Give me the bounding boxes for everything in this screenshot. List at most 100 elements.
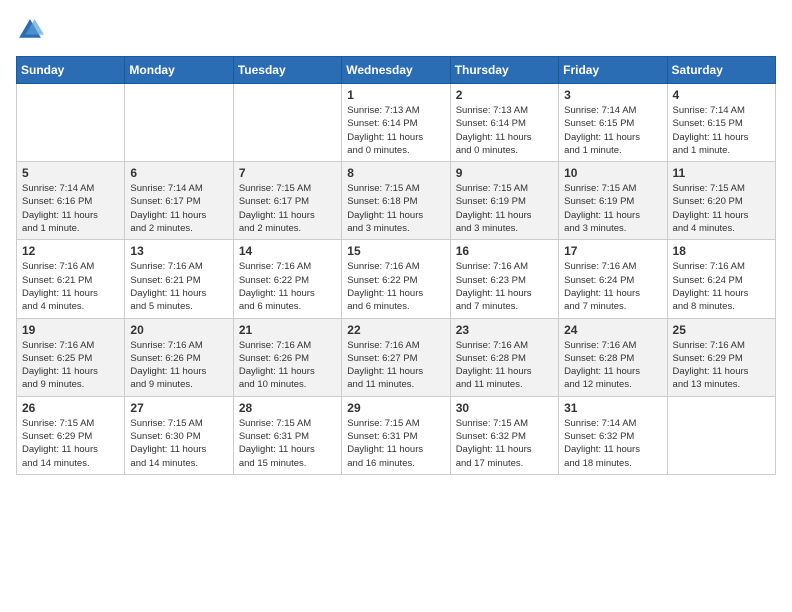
- calendar-day-11: 11 Sunrise: 7:15 AM Sunset: 6:20 PM Dayli…: [667, 162, 775, 240]
- day-number: 1: [347, 88, 444, 102]
- day-number: 2: [456, 88, 553, 102]
- calendar-empty-cell: [125, 84, 233, 162]
- day-number: 25: [673, 323, 770, 337]
- calendar-day-1: 1 Sunrise: 7:13 AM Sunset: 6:14 PM Daylig…: [342, 84, 450, 162]
- calendar-day-22: 22 Sunrise: 7:16 AM Sunset: 6:27 PM Dayli…: [342, 318, 450, 396]
- day-info: Sunrise: 7:14 AM Sunset: 6:15 PM Dayligh…: [564, 104, 661, 157]
- weekday-header-monday: Monday: [125, 57, 233, 84]
- day-number: 30: [456, 401, 553, 415]
- day-info: Sunrise: 7:15 AM Sunset: 6:32 PM Dayligh…: [456, 417, 553, 470]
- day-number: 16: [456, 244, 553, 258]
- calendar-day-5: 5 Sunrise: 7:14 AM Sunset: 6:16 PM Daylig…: [17, 162, 125, 240]
- calendar-day-18: 18Sunrise: 7:16 AM Sunset: 6:24 PM Dayli…: [667, 240, 775, 318]
- calendar-week-row: 26Sunrise: 7:15 AM Sunset: 6:29 PM Dayli…: [17, 396, 776, 474]
- day-info: Sunrise: 7:16 AM Sunset: 6:22 PM Dayligh…: [347, 260, 444, 313]
- day-number: 6: [130, 166, 227, 180]
- day-number: 17: [564, 244, 661, 258]
- day-info: Sunrise: 7:14 AM Sunset: 6:32 PM Dayligh…: [564, 417, 661, 470]
- day-number: 9: [456, 166, 553, 180]
- day-info: Sunrise: 7:15 AM Sunset: 6:20 PM Dayligh…: [673, 182, 770, 235]
- calendar-day-4: 4Sunrise: 7:14 AM Sunset: 6:15 PM Daylig…: [667, 84, 775, 162]
- day-info: Sunrise: 7:15 AM Sunset: 6:30 PM Dayligh…: [130, 417, 227, 470]
- weekday-header-friday: Friday: [559, 57, 667, 84]
- day-number: 10: [564, 166, 661, 180]
- day-info: Sunrise: 7:15 AM Sunset: 6:31 PM Dayligh…: [347, 417, 444, 470]
- calendar-day-7: 7Sunrise: 7:15 AM Sunset: 6:17 PM Daylig…: [233, 162, 341, 240]
- calendar-day-6: 6 Sunrise: 7:14 AM Sunset: 6:17 PM Daylig…: [125, 162, 233, 240]
- day-info: Sunrise: 7:14 AM Sunset: 6:16 PM Dayligh…: [22, 182, 119, 235]
- day-info: Sunrise: 7:15 AM Sunset: 6:18 PM Dayligh…: [347, 182, 444, 235]
- day-number: 28: [239, 401, 336, 415]
- calendar-day-10: 10 Sunrise: 7:15 AM Sunset: 6:19 PM Dayli…: [559, 162, 667, 240]
- calendar-empty-cell: [233, 84, 341, 162]
- calendar-table: SundayMondayTuesdayWednesdayThursdayFrid…: [16, 56, 776, 475]
- day-info: Sunrise: 7:16 AM Sunset: 6:27 PM Dayligh…: [347, 339, 444, 392]
- day-info: Sunrise: 7:16 AM Sunset: 6:26 PM Dayligh…: [130, 339, 227, 392]
- day-info: Sunrise: 7:13 AM Sunset: 6:14 PM Dayligh…: [456, 104, 553, 157]
- calendar-day-23: 23 Sunrise: 7:16 AM Sunset: 6:28 PM Dayli…: [450, 318, 558, 396]
- day-info: Sunrise: 7:15 AM Sunset: 6:29 PM Dayligh…: [22, 417, 119, 470]
- weekday-header-thursday: Thursday: [450, 57, 558, 84]
- calendar-empty-cell: [667, 396, 775, 474]
- day-info: Sunrise: 7:15 AM Sunset: 6:31 PM Dayligh…: [239, 417, 336, 470]
- day-info: Sunrise: 7:13 AM Sunset: 6:14 PM Dayligh…: [347, 104, 444, 157]
- day-info: Sunrise: 7:16 AM Sunset: 6:21 PM Dayligh…: [22, 260, 119, 313]
- calendar-day-28: 28 Sunrise: 7:15 AM Sunset: 6:31 PM Dayli…: [233, 396, 341, 474]
- day-info: Sunrise: 7:16 AM Sunset: 6:28 PM Dayligh…: [564, 339, 661, 392]
- weekday-header-wednesday: Wednesday: [342, 57, 450, 84]
- calendar-day-13: 13 Sunrise: 7:16 AM Sunset: 6:21 PM Dayli…: [125, 240, 233, 318]
- day-info: Sunrise: 7:14 AM Sunset: 6:17 PM Dayligh…: [130, 182, 227, 235]
- day-number: 20: [130, 323, 227, 337]
- calendar-day-27: 27 Sunrise: 7:15 AM Sunset: 6:30 PM Dayli…: [125, 396, 233, 474]
- weekday-header-sunday: Sunday: [17, 57, 125, 84]
- calendar-day-26: 26Sunrise: 7:15 AM Sunset: 6:29 PM Dayli…: [17, 396, 125, 474]
- day-number: 11: [673, 166, 770, 180]
- calendar-week-row: 5 Sunrise: 7:14 AM Sunset: 6:16 PM Daylig…: [17, 162, 776, 240]
- day-number: 13: [130, 244, 227, 258]
- day-info: Sunrise: 7:16 AM Sunset: 6:28 PM Dayligh…: [456, 339, 553, 392]
- page-header: [16, 16, 776, 44]
- day-number: 27: [130, 401, 227, 415]
- day-info: Sunrise: 7:15 AM Sunset: 6:19 PM Dayligh…: [456, 182, 553, 235]
- day-info: Sunrise: 7:16 AM Sunset: 6:23 PM Dayligh…: [456, 260, 553, 313]
- day-info: Sunrise: 7:16 AM Sunset: 6:21 PM Dayligh…: [130, 260, 227, 313]
- calendar-day-14: 14 Sunrise: 7:16 AM Sunset: 6:22 PM Dayli…: [233, 240, 341, 318]
- day-number: 19: [22, 323, 119, 337]
- calendar-day-24: 24 Sunrise: 7:16 AM Sunset: 6:28 PM Dayli…: [559, 318, 667, 396]
- day-number: 12: [22, 244, 119, 258]
- day-info: Sunrise: 7:16 AM Sunset: 6:22 PM Dayligh…: [239, 260, 336, 313]
- calendar-day-25: 25 Sunrise: 7:16 AM Sunset: 6:29 PM Dayli…: [667, 318, 775, 396]
- day-info: Sunrise: 7:14 AM Sunset: 6:15 PM Dayligh…: [673, 104, 770, 157]
- calendar-day-2: 2 Sunrise: 7:13 AM Sunset: 6:14 PM Daylig…: [450, 84, 558, 162]
- weekday-header-saturday: Saturday: [667, 57, 775, 84]
- day-number: 15: [347, 244, 444, 258]
- day-info: Sunrise: 7:15 AM Sunset: 6:19 PM Dayligh…: [564, 182, 661, 235]
- calendar-day-9: 9 Sunrise: 7:15 AM Sunset: 6:19 PM Daylig…: [450, 162, 558, 240]
- day-info: Sunrise: 7:16 AM Sunset: 6:29 PM Dayligh…: [673, 339, 770, 392]
- calendar-day-3: 3Sunrise: 7:14 AM Sunset: 6:15 PM Daylig…: [559, 84, 667, 162]
- day-number: 21: [239, 323, 336, 337]
- day-number: 23: [456, 323, 553, 337]
- calendar-empty-cell: [17, 84, 125, 162]
- calendar-day-8: 8 Sunrise: 7:15 AM Sunset: 6:18 PM Daylig…: [342, 162, 450, 240]
- day-info: Sunrise: 7:16 AM Sunset: 6:24 PM Dayligh…: [564, 260, 661, 313]
- day-number: 5: [22, 166, 119, 180]
- day-number: 8: [347, 166, 444, 180]
- day-number: 18: [673, 244, 770, 258]
- calendar-week-row: 1 Sunrise: 7:13 AM Sunset: 6:14 PM Daylig…: [17, 84, 776, 162]
- calendar-day-16: 16 Sunrise: 7:16 AM Sunset: 6:23 PM Dayli…: [450, 240, 558, 318]
- day-info: Sunrise: 7:16 AM Sunset: 6:25 PM Dayligh…: [22, 339, 119, 392]
- calendar-day-30: 30 Sunrise: 7:15 AM Sunset: 6:32 PM Dayli…: [450, 396, 558, 474]
- calendar-day-17: 17 Sunrise: 7:16 AM Sunset: 6:24 PM Dayli…: [559, 240, 667, 318]
- calendar-day-20: 20 Sunrise: 7:16 AM Sunset: 6:26 PM Dayli…: [125, 318, 233, 396]
- calendar-week-row: 12 Sunrise: 7:16 AM Sunset: 6:21 PM Dayli…: [17, 240, 776, 318]
- day-number: 22: [347, 323, 444, 337]
- day-number: 24: [564, 323, 661, 337]
- calendar-day-29: 29Sunrise: 7:15 AM Sunset: 6:31 PM Dayli…: [342, 396, 450, 474]
- day-info: Sunrise: 7:16 AM Sunset: 6:26 PM Dayligh…: [239, 339, 336, 392]
- day-info: Sunrise: 7:15 AM Sunset: 6:17 PM Dayligh…: [239, 182, 336, 235]
- day-number: 14: [239, 244, 336, 258]
- calendar-week-row: 19 Sunrise: 7:16 AM Sunset: 6:25 PM Dayli…: [17, 318, 776, 396]
- calendar-header-row: SundayMondayTuesdayWednesdayThursdayFrid…: [17, 57, 776, 84]
- calendar-day-12: 12 Sunrise: 7:16 AM Sunset: 6:21 PM Dayli…: [17, 240, 125, 318]
